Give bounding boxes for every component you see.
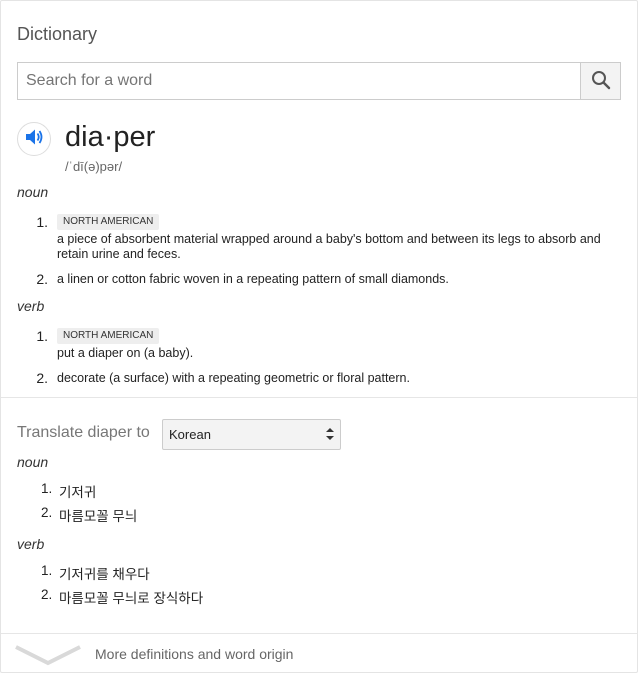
search-box [17, 62, 621, 100]
translation-pos-verb: verb [17, 536, 45, 552]
definition-line: a piece of absorbent material wrapped ar… [57, 232, 601, 246]
dictionary-card: Dictionary dia·per /ˈdī(ə)pər/ noun 1. N… [0, 0, 638, 673]
region-tag: NORTH AMERICAN [57, 214, 160, 230]
speaker-icon [24, 128, 44, 151]
section-divider [1, 397, 637, 398]
translation-pos-noun: noun [17, 454, 49, 470]
definition-line: retain urine and feces. [57, 247, 181, 261]
translation-number: 2. [41, 505, 53, 520]
translation-number: 1. [41, 481, 53, 496]
phonetic-spelling: /ˈdī(ə)pər/ [65, 159, 123, 174]
translation-number: 2. [41, 587, 53, 602]
pronunciation-button[interactable] [17, 122, 51, 156]
card-title: Dictionary [17, 24, 98, 44]
translation-word: 마름모꼴 무늬로 장식하다 [59, 591, 204, 606]
sense-number: 1. [36, 214, 48, 230]
sense-number: 2. [36, 370, 48, 386]
translation-word: 기저귀 [59, 485, 97, 500]
definition-text: put a diaper on (a baby). [57, 346, 194, 360]
sense-number: 2. [36, 271, 48, 287]
part-of-speech-noun: noun [17, 184, 49, 200]
search-button[interactable] [580, 63, 620, 99]
selected-language: Korean [169, 427, 211, 442]
more-definitions-link[interactable]: More definitions and word origin [1, 634, 637, 672]
select-arrows-icon [326, 427, 334, 446]
region-tag: NORTH AMERICAN [57, 328, 160, 344]
definition-text: a linen or cotton fabric woven in a repe… [57, 272, 449, 286]
search-input[interactable] [18, 63, 580, 99]
translation-number: 1. [41, 563, 53, 578]
translation-word: 기저귀를 채우다 [59, 567, 150, 582]
part-of-speech-verb: verb [17, 298, 45, 314]
translate-label: Translate diaper to [17, 424, 150, 441]
chevron-down-icon [15, 644, 81, 671]
headword: dia·per [65, 121, 156, 153]
search-icon [591, 70, 611, 93]
more-definitions-label: More definitions and word origin [95, 646, 294, 662]
sense-number: 1. [36, 328, 48, 344]
definition-text: decorate (a surface) with a repeating ge… [57, 371, 410, 385]
translation-word: 마름모꼴 무늬 [59, 509, 138, 524]
language-select[interactable]: Korean [162, 419, 341, 450]
